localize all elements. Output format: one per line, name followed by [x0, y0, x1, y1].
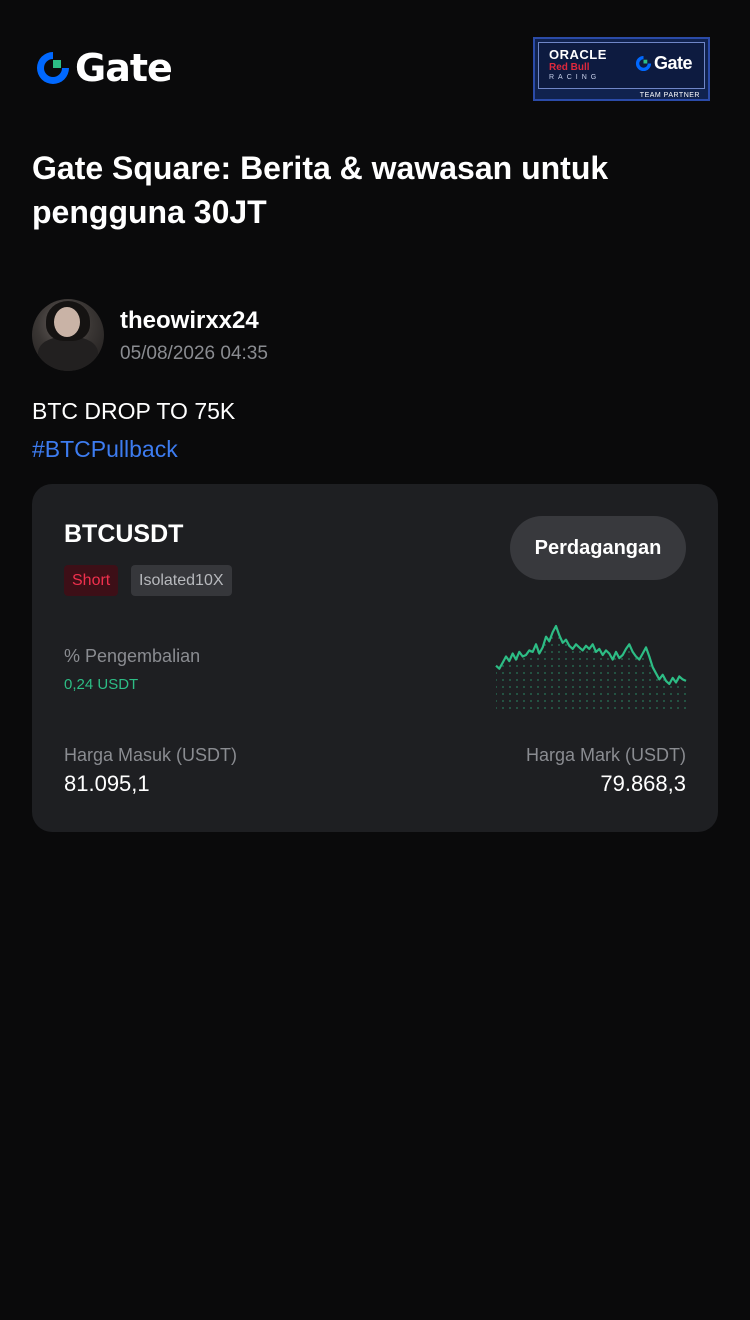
partner-oracle-text: ORACLE	[549, 47, 607, 62]
position-leverage-badge: Isolated10X	[131, 565, 232, 596]
entry-price-value: 81.095,1	[64, 771, 150, 796]
post-body-text: BTC DROP TO 75K	[32, 398, 236, 424]
trade-button[interactable]: Perdagangan	[510, 516, 686, 580]
price-sparkline	[495, 624, 687, 714]
team-partner-badge: ORACLE Red Bull RACING Gate TEAM PARTNER	[533, 37, 710, 101]
position-card[interactable]: BTCUSDT Perdagangan Short Isolated10X % …	[32, 484, 718, 832]
partner-caption: TEAM PARTNER	[639, 92, 700, 99]
sparkline-fill-area	[496, 626, 686, 714]
partner-racing-text: RACING	[549, 74, 601, 81]
partner-gate-icon	[635, 55, 652, 72]
post-hashtag-link[interactable]: #BTCPullback	[32, 436, 178, 463]
partner-badge-frame: ORACLE Red Bull RACING Gate	[538, 42, 705, 89]
page-headline: Gate Square: Berita & wawasan untuk peng…	[32, 150, 609, 230]
mark-price-label: Harga Mark (USDT)	[525, 745, 686, 765]
roi-label: % Pengembalian	[64, 646, 201, 666]
post-timestamp: 05/08/2026 04:35	[120, 343, 268, 364]
author-username[interactable]: theowirxx24	[120, 307, 259, 335]
partner-redbull-text: Red Bull	[549, 62, 590, 73]
avatar-face-shape	[54, 307, 80, 337]
position-pair: BTCUSDT	[64, 520, 184, 548]
position-side-badge: Short	[64, 565, 119, 596]
gate-logo[interactable]: Gate	[35, 46, 173, 90]
gate-logo-text: Gate	[75, 46, 173, 90]
avatar-body-shape	[38, 337, 98, 371]
header: Gate ORACLE Red Bull RACING Gate TEAM PA…	[0, 0, 750, 120]
gate-logo-icon	[37, 52, 69, 84]
entry-price-label: Harga Masuk (USDT)	[64, 745, 238, 765]
post-author[interactable]: theowirxx24 05/08/2026 04:35	[32, 299, 712, 373]
mark-price-value: 79.868,3	[600, 771, 686, 796]
partner-gate-logo: Gate	[635, 53, 693, 74]
avatar[interactable]	[32, 299, 104, 371]
partner-gate-text: Gate	[654, 53, 693, 73]
roi-value: 0,24 USDT	[64, 676, 139, 693]
